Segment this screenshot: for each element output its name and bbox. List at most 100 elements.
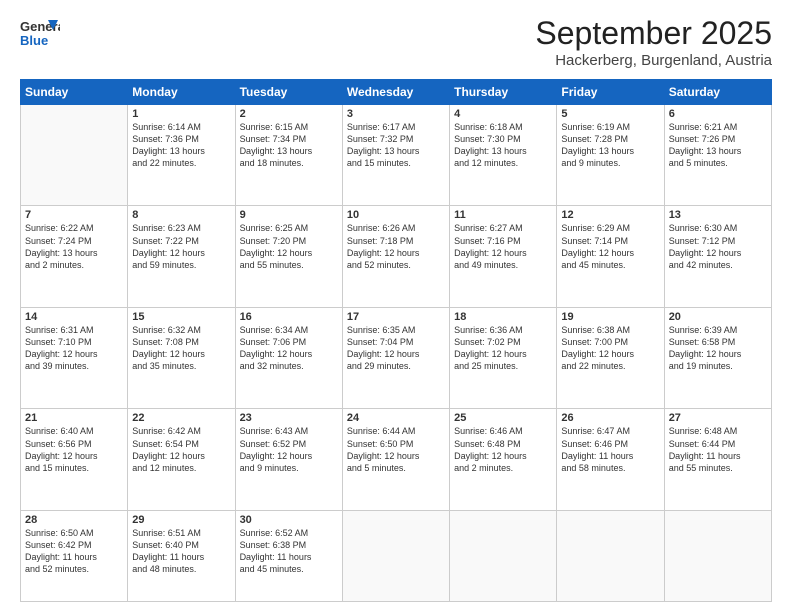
day-info: Sunrise: 6:50 AM Sunset: 6:42 PM Dayligh… [25,527,123,576]
header-friday: Friday [557,80,664,105]
day-info: Sunrise: 6:47 AM Sunset: 6:46 PM Dayligh… [561,425,659,474]
calendar-table: Sunday Monday Tuesday Wednesday Thursday… [20,79,772,602]
calendar-cell: 29Sunrise: 6:51 AM Sunset: 6:40 PM Dayli… [128,510,235,601]
day-number: 11 [454,209,552,221]
calendar-cell: 18Sunrise: 6:36 AM Sunset: 7:02 PM Dayli… [450,307,557,408]
day-info: Sunrise: 6:31 AM Sunset: 7:10 PM Dayligh… [25,324,123,373]
day-info: Sunrise: 6:32 AM Sunset: 7:08 PM Dayligh… [132,324,230,373]
day-info: Sunrise: 6:27 AM Sunset: 7:16 PM Dayligh… [454,222,552,271]
calendar-cell: 25Sunrise: 6:46 AM Sunset: 6:48 PM Dayli… [450,409,557,510]
calendar-cell: 30Sunrise: 6:52 AM Sunset: 6:38 PM Dayli… [235,510,342,601]
header-sunday: Sunday [21,80,128,105]
calendar-week-row: 28Sunrise: 6:50 AM Sunset: 6:42 PM Dayli… [21,510,772,601]
calendar-cell: 20Sunrise: 6:39 AM Sunset: 6:58 PM Dayli… [664,307,771,408]
header-tuesday: Tuesday [235,80,342,105]
calendar-cell: 26Sunrise: 6:47 AM Sunset: 6:46 PM Dayli… [557,409,664,510]
calendar-cell [450,510,557,601]
calendar-week-row: 1Sunrise: 6:14 AM Sunset: 7:36 PM Daylig… [21,105,772,206]
calendar-cell: 14Sunrise: 6:31 AM Sunset: 7:10 PM Dayli… [21,307,128,408]
day-info: Sunrise: 6:51 AM Sunset: 6:40 PM Dayligh… [132,527,230,576]
day-number: 14 [25,311,123,323]
day-number: 18 [454,311,552,323]
calendar-cell: 10Sunrise: 6:26 AM Sunset: 7:18 PM Dayli… [342,206,449,307]
day-number: 24 [347,412,445,424]
day-info: Sunrise: 6:26 AM Sunset: 7:18 PM Dayligh… [347,222,445,271]
day-number: 5 [561,108,659,120]
day-number: 21 [25,412,123,424]
day-info: Sunrise: 6:48 AM Sunset: 6:44 PM Dayligh… [669,425,767,474]
day-number: 23 [240,412,338,424]
day-number: 6 [669,108,767,120]
calendar-cell [664,510,771,601]
page: General Blue September 2025 Hackerberg, … [0,0,792,612]
day-info: Sunrise: 6:40 AM Sunset: 6:56 PM Dayligh… [25,425,123,474]
day-number: 3 [347,108,445,120]
day-number: 10 [347,209,445,221]
logo: General Blue [20,15,60,51]
day-info: Sunrise: 6:35 AM Sunset: 7:04 PM Dayligh… [347,324,445,373]
title-section: September 2025 Hackerberg, Burgenland, A… [535,15,772,69]
day-info: Sunrise: 6:21 AM Sunset: 7:26 PM Dayligh… [669,121,767,170]
day-info: Sunrise: 6:23 AM Sunset: 7:22 PM Dayligh… [132,222,230,271]
calendar-cell: 28Sunrise: 6:50 AM Sunset: 6:42 PM Dayli… [21,510,128,601]
calendar-cell: 19Sunrise: 6:38 AM Sunset: 7:00 PM Dayli… [557,307,664,408]
day-number: 13 [669,209,767,221]
day-number: 7 [25,209,123,221]
day-info: Sunrise: 6:17 AM Sunset: 7:32 PM Dayligh… [347,121,445,170]
day-number: 4 [454,108,552,120]
calendar-cell: 13Sunrise: 6:30 AM Sunset: 7:12 PM Dayli… [664,206,771,307]
location: Hackerberg, Burgenland, Austria [535,52,772,69]
day-info: Sunrise: 6:36 AM Sunset: 7:02 PM Dayligh… [454,324,552,373]
day-info: Sunrise: 6:39 AM Sunset: 6:58 PM Dayligh… [669,324,767,373]
day-info: Sunrise: 6:19 AM Sunset: 7:28 PM Dayligh… [561,121,659,170]
day-number: 15 [132,311,230,323]
svg-text:Blue: Blue [20,33,48,48]
calendar-cell: 27Sunrise: 6:48 AM Sunset: 6:44 PM Dayli… [664,409,771,510]
day-number: 20 [669,311,767,323]
day-number: 29 [132,514,230,526]
calendar-cell [557,510,664,601]
day-info: Sunrise: 6:38 AM Sunset: 7:00 PM Dayligh… [561,324,659,373]
day-info: Sunrise: 6:15 AM Sunset: 7:34 PM Dayligh… [240,121,338,170]
day-number: 25 [454,412,552,424]
day-number: 9 [240,209,338,221]
calendar-header-row: Sunday Monday Tuesday Wednesday Thursday… [21,80,772,105]
header-thursday: Thursday [450,80,557,105]
calendar-cell: 6Sunrise: 6:21 AM Sunset: 7:26 PM Daylig… [664,105,771,206]
header-wednesday: Wednesday [342,80,449,105]
calendar-cell: 2Sunrise: 6:15 AM Sunset: 7:34 PM Daylig… [235,105,342,206]
day-info: Sunrise: 6:14 AM Sunset: 7:36 PM Dayligh… [132,121,230,170]
day-info: Sunrise: 6:43 AM Sunset: 6:52 PM Dayligh… [240,425,338,474]
day-info: Sunrise: 6:22 AM Sunset: 7:24 PM Dayligh… [25,222,123,271]
day-number: 1 [132,108,230,120]
day-info: Sunrise: 6:30 AM Sunset: 7:12 PM Dayligh… [669,222,767,271]
header: General Blue September 2025 Hackerberg, … [20,15,772,69]
calendar-cell: 24Sunrise: 6:44 AM Sunset: 6:50 PM Dayli… [342,409,449,510]
calendar-cell: 22Sunrise: 6:42 AM Sunset: 6:54 PM Dayli… [128,409,235,510]
day-info: Sunrise: 6:18 AM Sunset: 7:30 PM Dayligh… [454,121,552,170]
day-info: Sunrise: 6:52 AM Sunset: 6:38 PM Dayligh… [240,527,338,576]
day-number: 2 [240,108,338,120]
calendar-cell: 3Sunrise: 6:17 AM Sunset: 7:32 PM Daylig… [342,105,449,206]
day-number: 16 [240,311,338,323]
calendar-cell: 7Sunrise: 6:22 AM Sunset: 7:24 PM Daylig… [21,206,128,307]
day-number: 27 [669,412,767,424]
calendar-cell [21,105,128,206]
calendar-cell: 9Sunrise: 6:25 AM Sunset: 7:20 PM Daylig… [235,206,342,307]
day-info: Sunrise: 6:25 AM Sunset: 7:20 PM Dayligh… [240,222,338,271]
logo-icon: General Blue [20,15,60,51]
calendar-cell: 16Sunrise: 6:34 AM Sunset: 7:06 PM Dayli… [235,307,342,408]
calendar-week-row: 7Sunrise: 6:22 AM Sunset: 7:24 PM Daylig… [21,206,772,307]
calendar-cell: 4Sunrise: 6:18 AM Sunset: 7:30 PM Daylig… [450,105,557,206]
month-title: September 2025 [535,15,772,52]
day-info: Sunrise: 6:42 AM Sunset: 6:54 PM Dayligh… [132,425,230,474]
day-number: 22 [132,412,230,424]
calendar-cell [342,510,449,601]
calendar-cell: 8Sunrise: 6:23 AM Sunset: 7:22 PM Daylig… [128,206,235,307]
day-info: Sunrise: 6:44 AM Sunset: 6:50 PM Dayligh… [347,425,445,474]
day-info: Sunrise: 6:29 AM Sunset: 7:14 PM Dayligh… [561,222,659,271]
calendar-week-row: 14Sunrise: 6:31 AM Sunset: 7:10 PM Dayli… [21,307,772,408]
calendar-cell: 21Sunrise: 6:40 AM Sunset: 6:56 PM Dayli… [21,409,128,510]
calendar-cell: 12Sunrise: 6:29 AM Sunset: 7:14 PM Dayli… [557,206,664,307]
day-number: 28 [25,514,123,526]
